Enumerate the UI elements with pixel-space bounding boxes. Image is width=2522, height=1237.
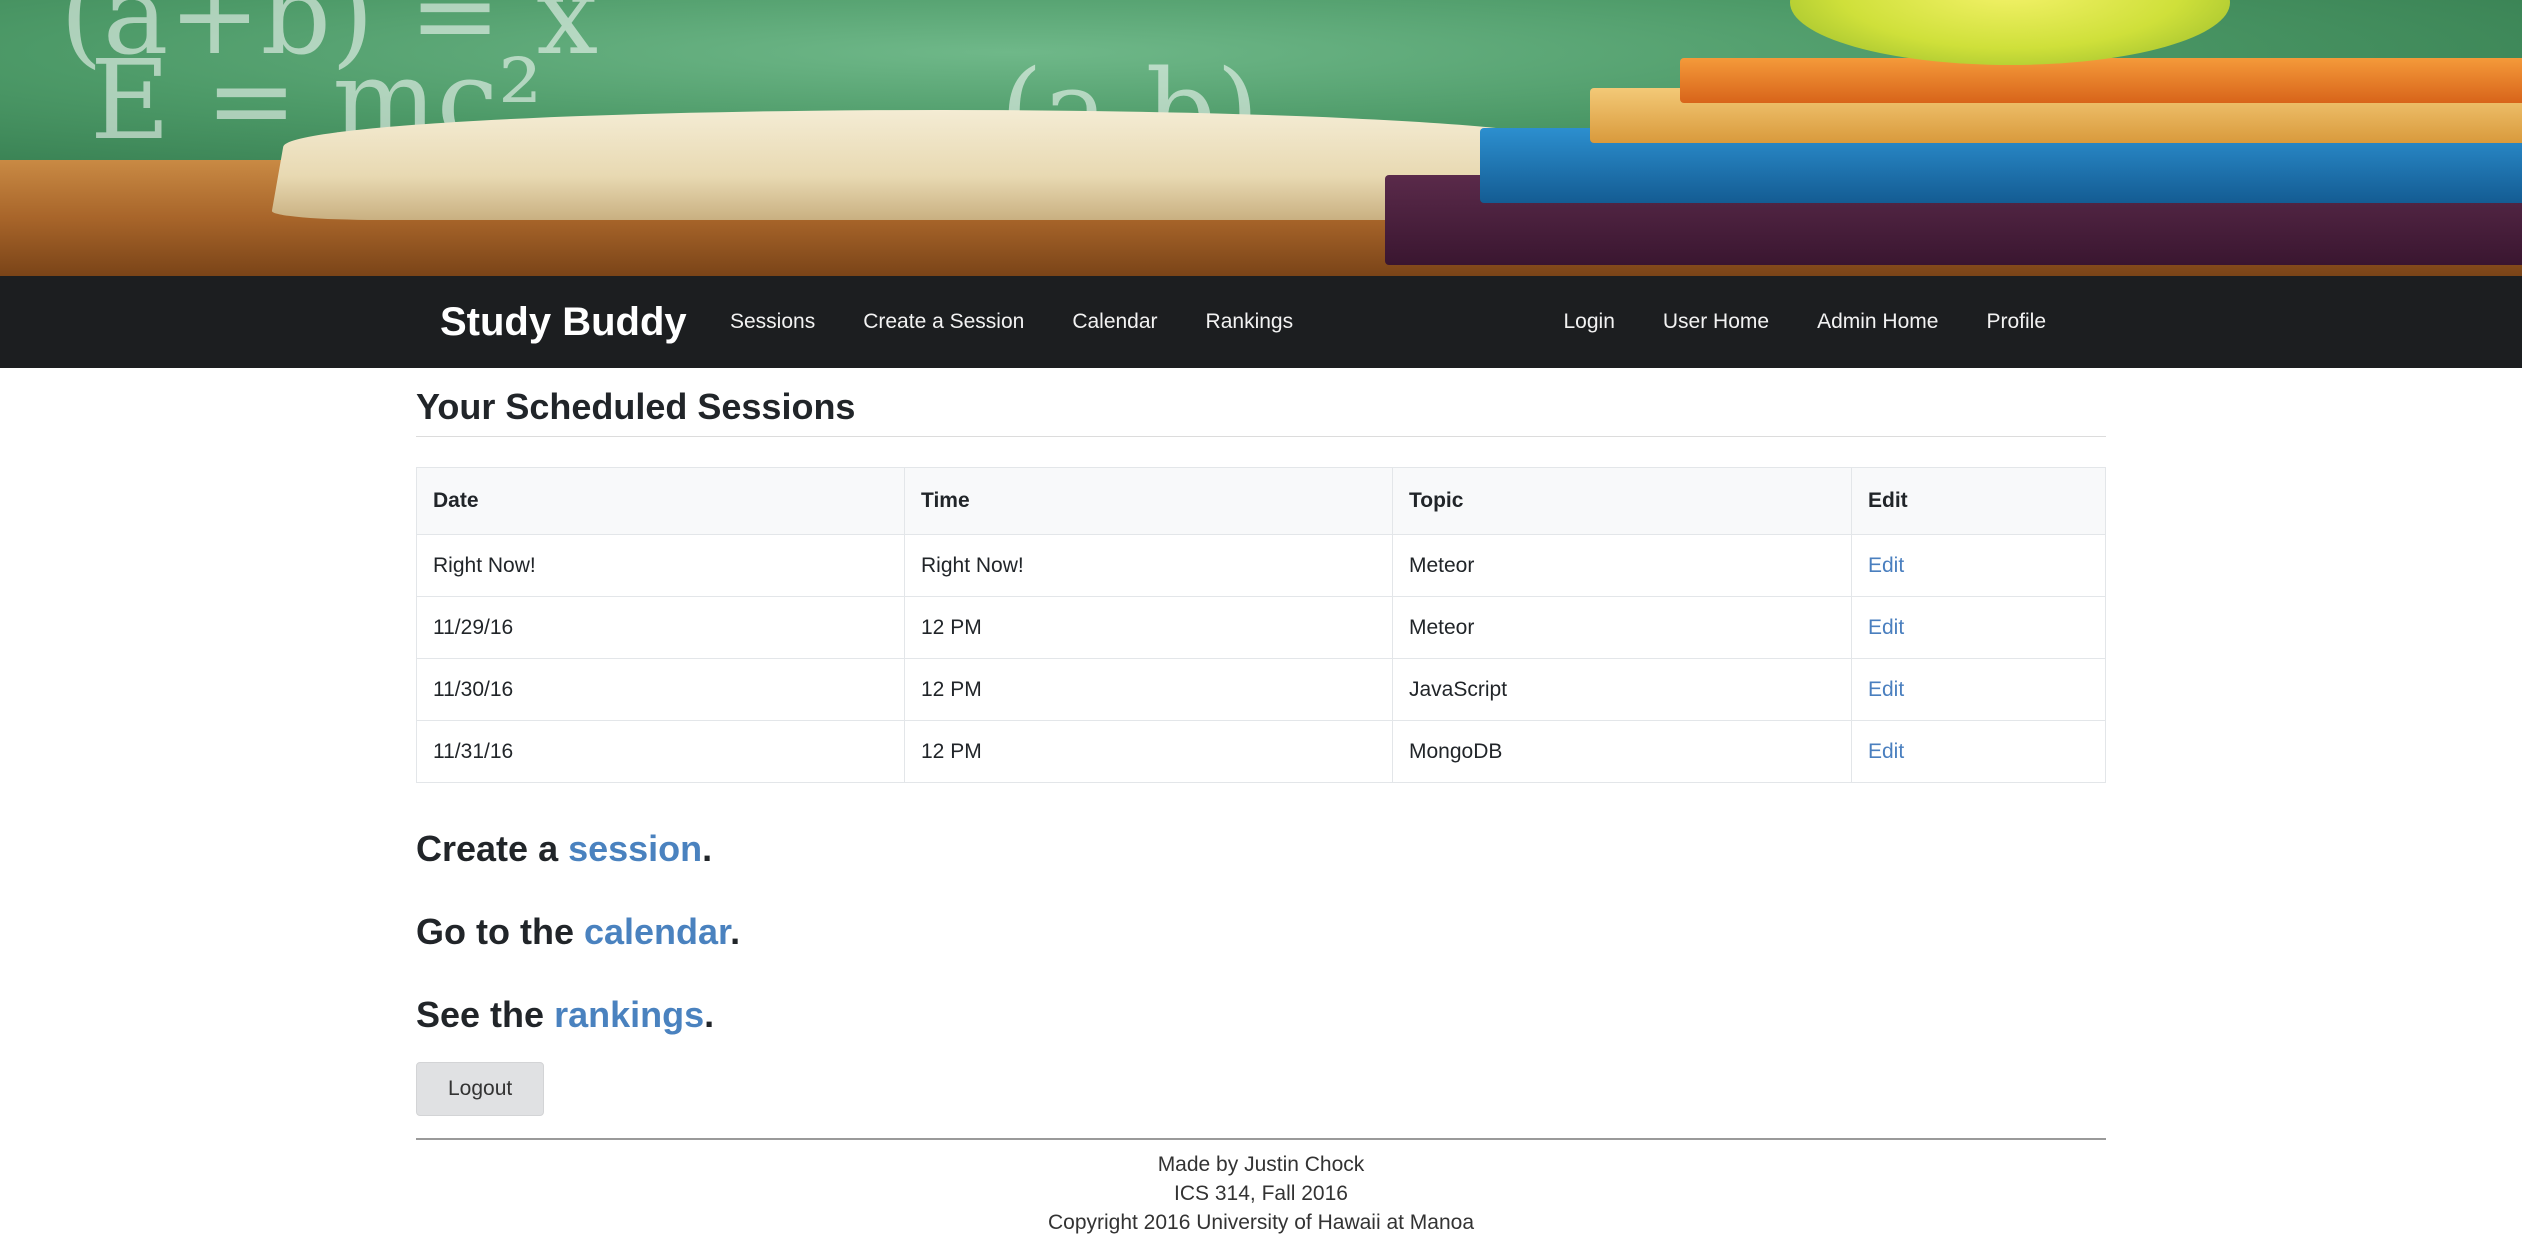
cell-date: 11/29/16 [416,596,905,659]
cell-date: 11/30/16 [416,658,905,721]
nav-calendar[interactable]: Calendar [1048,310,1181,334]
cell-edit: Edit [1851,658,2106,721]
header-edit: Edit [1851,467,2106,535]
nav-login[interactable]: Login [1539,310,1638,334]
nav-sessions[interactable]: Sessions [706,310,839,334]
header-topic: Topic [1392,467,1852,535]
table-row: Right Now! Right Now! Meteor Edit [416,534,2106,597]
hero-banner-image: (a+b) = x E = mc² (a-b) [0,0,2522,276]
nav-left-links: Sessions Create a Session Calendar Ranki… [706,276,1317,368]
session-link[interactable]: session [568,828,702,869]
footer-author: Made by Justin Chock [1157,1153,1365,1176]
cell-topic: MongoDB [1392,720,1852,783]
table-row: 11/30/16 12 PM JavaScript Edit [416,658,2106,721]
cta-rankings: See the rankings. [416,973,2106,1056]
edit-link[interactable]: Edit [1868,740,1904,763]
cta-text: Create a [416,828,569,869]
cell-time: 12 PM [904,720,1393,783]
cell-topic: JavaScript [1392,658,1852,721]
nav-rankings[interactable]: Rankings [1182,310,1318,334]
book-orange [1680,58,2522,103]
brand-logo[interactable]: Study Buddy [440,276,687,368]
logout-button[interactable]: Logout [416,1062,545,1116]
nav-create-session[interactable]: Create a Session [839,310,1048,334]
header-date: Date [416,467,905,535]
header-time: Time [904,467,1393,535]
call-to-action-list: Create a session. Go to the calendar. Se… [416,807,2106,1056]
calendar-link[interactable]: calendar [584,911,730,952]
cta-period: . [702,828,713,869]
cell-edit: Edit [1851,534,2106,597]
sessions-table: Date Time Topic Edit Right Now! Right No… [416,467,2106,783]
cell-date: Right Now! [416,534,905,597]
cta-text: Go to the [416,911,584,952]
footer-copyright: Copyright 2016 University of Hawaii at M… [1047,1211,1475,1234]
cta-period: . [704,994,715,1035]
edit-link[interactable]: Edit [1868,616,1904,639]
cell-edit: Edit [1851,596,2106,659]
nav-user-home[interactable]: User Home [1639,310,1793,334]
cell-time: 12 PM [904,596,1393,659]
cta-period: . [730,911,741,952]
table-header-row: Date Time Topic Edit [416,467,2106,535]
main-content: Your Scheduled Sessions Date Time Topic … [416,368,2106,1116]
footer: Made by Justin Chock ICS 314, Fall 2016 … [416,1138,2106,1237]
cell-date: 11/31/16 [416,720,905,783]
footer-course: ICS 314, Fall 2016 [1174,1182,1348,1205]
nav-right-links: Login User Home Admin Home Profile [1539,276,2070,368]
edit-link[interactable]: Edit [1868,554,1904,577]
cta-create-session: Create a session. [416,807,2106,890]
cell-topic: Meteor [1392,534,1852,597]
page-title: Your Scheduled Sessions [416,386,2106,437]
nav-admin-home[interactable]: Admin Home [1793,310,1962,334]
top-navbar: Study Buddy Sessions Create a Session Ca… [0,276,2522,368]
cell-topic: Meteor [1392,596,1852,659]
cta-calendar: Go to the calendar. [416,890,2106,973]
table-row: 11/29/16 12 PM Meteor Edit [416,596,2106,659]
nav-profile[interactable]: Profile [1962,310,2070,334]
cell-time: Right Now! [904,534,1393,597]
table-row: 11/31/16 12 PM MongoDB Edit [416,720,2106,783]
cell-edit: Edit [1851,720,2106,783]
rankings-link[interactable]: rankings [554,994,704,1035]
cell-time: 12 PM [904,658,1393,721]
edit-link[interactable]: Edit [1868,678,1904,701]
cta-text: See the [416,994,555,1035]
